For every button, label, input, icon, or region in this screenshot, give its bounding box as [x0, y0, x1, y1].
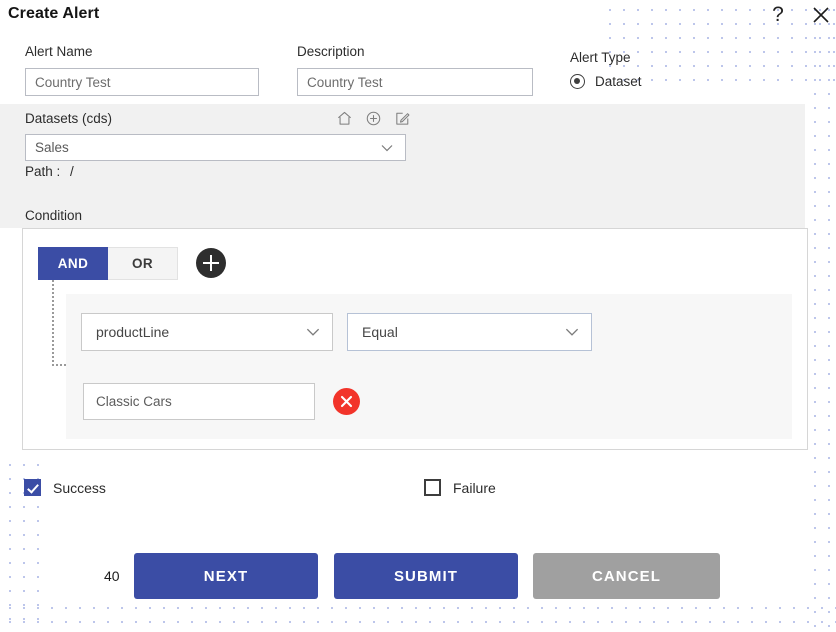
- logic-operator-toggle[interactable]: AND OR: [38, 247, 178, 280]
- condition-operator-select[interactable]: Equal: [347, 313, 592, 351]
- step-counter: 40: [104, 568, 120, 584]
- plus-circle-icon[interactable]: [365, 110, 382, 128]
- condition-operator-value: Equal: [362, 324, 398, 340]
- description-label: Description: [297, 44, 365, 59]
- success-checkbox[interactable]: [24, 479, 41, 496]
- radio-dataset[interactable]: [570, 74, 585, 89]
- datasets-label: Datasets (cds): [25, 111, 113, 126]
- description-input[interactable]: [297, 68, 533, 96]
- home-icon[interactable]: [336, 110, 353, 128]
- logic-or-button[interactable]: OR: [108, 247, 178, 280]
- edit-square-icon[interactable]: [394, 110, 411, 128]
- close-icon[interactable]: [810, 4, 832, 26]
- submit-button[interactable]: SUBMIT: [334, 553, 518, 599]
- failure-checkbox[interactable]: [424, 479, 441, 496]
- next-button[interactable]: NEXT: [134, 553, 318, 599]
- radio-dataset-label: Dataset: [595, 74, 642, 89]
- dataset-select-value: Sales: [35, 140, 69, 155]
- dataset-path-label: Path :: [25, 164, 61, 179]
- chevron-down-icon: [565, 328, 579, 336]
- alert-name-input[interactable]: [25, 68, 259, 96]
- condition-value-input[interactable]: [83, 383, 315, 420]
- add-condition-button[interactable]: [196, 248, 226, 278]
- success-label: Success: [53, 479, 106, 496]
- remove-condition-button[interactable]: [333, 388, 360, 415]
- help-icon[interactable]: ?: [768, 4, 788, 26]
- chevron-down-icon: [306, 328, 320, 336]
- condition-field-select[interactable]: productLine: [81, 313, 333, 351]
- dotted-background-right: [805, 0, 836, 632]
- condition-label: Condition: [25, 208, 83, 223]
- dataset-path-value: /: [70, 164, 74, 179]
- logic-and-button[interactable]: AND: [38, 247, 108, 280]
- dialog-title: Create Alert: [8, 5, 100, 22]
- dotted-background-bottom: [0, 598, 836, 632]
- alert-type-radio-group[interactable]: Dataset: [570, 74, 642, 89]
- failure-checkbox-row[interactable]: Failure: [424, 479, 496, 496]
- condition-field-value: productLine: [96, 324, 170, 340]
- alert-name-label: Alert Name: [25, 44, 93, 59]
- failure-label: Failure: [453, 479, 496, 496]
- dataset-path: Path : /: [25, 164, 74, 179]
- cancel-button[interactable]: CANCEL: [533, 553, 720, 599]
- chevron-down-icon: [381, 144, 393, 151]
- success-checkbox-row[interactable]: Success: [24, 479, 106, 496]
- dataset-select[interactable]: Sales: [25, 134, 406, 161]
- alert-type-label: Alert Type: [570, 50, 631, 65]
- dataset-icon-group: [336, 110, 411, 128]
